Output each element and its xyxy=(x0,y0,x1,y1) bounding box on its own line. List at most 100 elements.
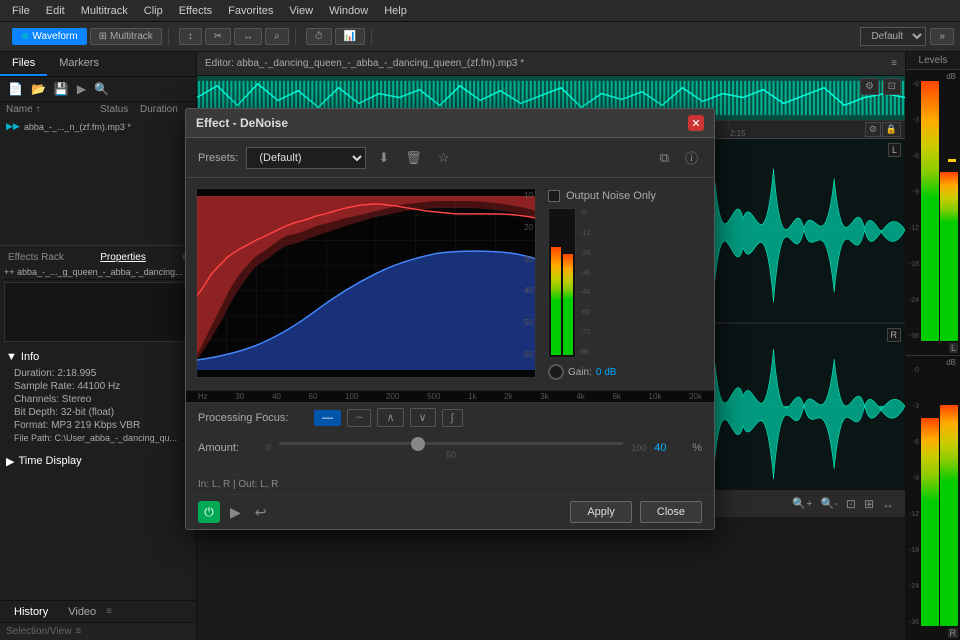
fit-view-btn[interactable]: ⊡ xyxy=(843,495,859,513)
zoom-selection-btn[interactable]: ⊞ xyxy=(861,495,877,513)
amount-slider[interactable] xyxy=(279,442,623,445)
file-item[interactable]: ▶▶ abba_-_..._n_(zf.fm).mp3 * xyxy=(0,118,196,135)
output-noise-checkbox[interactable] xyxy=(548,190,560,202)
video-tab[interactable]: Video xyxy=(58,604,106,620)
duration-column-header: Duration xyxy=(140,104,190,115)
preset-favorite-btn[interactable]: ☆ xyxy=(434,148,454,168)
meter-bar-r-top xyxy=(940,172,958,341)
menu-view[interactable]: View xyxy=(281,3,321,19)
file-name: abba_-_..._n_(zf.fm).mp3 * xyxy=(24,122,131,132)
properties-label[interactable]: Properties xyxy=(100,252,146,263)
proc-focus-smooth[interactable]: ∫ xyxy=(442,409,463,427)
proc-focus-down[interactable]: ∨ xyxy=(410,408,436,427)
autoplay-btn[interactable]: ▶ xyxy=(75,80,88,98)
menu-edit[interactable]: Edit xyxy=(38,3,73,19)
open-file-btn[interactable]: 📂 xyxy=(29,80,48,98)
dialog-loop-btn[interactable]: ↩ xyxy=(251,502,271,523)
amount-slider-container: 50 xyxy=(279,436,623,460)
menu-window[interactable]: Window xyxy=(321,3,376,19)
status-column-header: Status xyxy=(100,104,140,115)
gain-label: Gain: xyxy=(568,367,592,378)
expand-btn[interactable]: » xyxy=(930,28,954,45)
time-tool-btn[interactable]: ⏱ xyxy=(306,28,332,45)
zoom-out-btn[interactable]: 🔍- xyxy=(818,495,841,512)
meter-bars-bottom xyxy=(921,367,958,627)
ruler-lock-btn[interactable]: 🔒 xyxy=(882,122,901,137)
spectrum-btn[interactable]: 📊 xyxy=(335,28,365,45)
proc-focus-gentle[interactable]: ~ xyxy=(347,409,371,427)
dialog-power-btn[interactable]: ⏻ xyxy=(198,501,220,523)
full-view-btn[interactable]: ↔ xyxy=(879,495,897,513)
selection-view-menu[interactable]: ≡ xyxy=(75,626,81,637)
panel-tabs: Files Markers xyxy=(0,52,196,77)
preset-save-btn[interactable]: ⬇ xyxy=(374,148,393,168)
preset-delete-btn[interactable]: 🗑 xyxy=(401,148,426,168)
gain-value: 0 dB xyxy=(596,367,617,378)
workspace-dropdown[interactable]: Default xyxy=(860,27,926,46)
menu-clip[interactable]: Clip xyxy=(136,3,171,19)
proc-focus-up[interactable]: ∧ xyxy=(377,408,403,427)
editor-menu-icon[interactable]: ≡ xyxy=(891,58,897,69)
menu-effects[interactable]: Effects xyxy=(171,3,220,19)
vu-meter-container: -0-12-24-36-48-60-72dB xyxy=(548,208,704,358)
apply-btn[interactable]: Apply xyxy=(570,501,632,523)
l-channel-badge: L xyxy=(888,143,901,157)
ruler-settings-btn[interactable]: ⚙ xyxy=(865,122,881,137)
video-menu-icon[interactable]: ≡ xyxy=(106,606,112,617)
overview-settings-btn[interactable]: ⚙ xyxy=(860,78,879,95)
dialog-right-controls: Output Noise Only -0-12-24-36-48-60-72dB… xyxy=(548,188,704,380)
file-list: ▶▶ abba_-_..._n_(zf.fm).mp3 * xyxy=(0,118,196,245)
inout-label: In: L, R | Out: L, R xyxy=(198,479,278,490)
history-tab[interactable]: History xyxy=(4,604,58,620)
search-btn[interactable]: 🔍 xyxy=(92,80,111,98)
sample-rate-info: Sample Rate: 44100 Hz xyxy=(6,380,190,393)
overview-zoom-btn[interactable]: ⊡ xyxy=(883,78,901,95)
preset-info-btn[interactable]: ⓘ xyxy=(681,146,702,169)
proc-focus-flat[interactable]: — xyxy=(314,410,341,426)
l-badge: L xyxy=(949,343,958,353)
info-header[interactable]: ▼ Info xyxy=(6,349,190,367)
time-display-chevron: ▶ xyxy=(6,455,14,468)
zoom-tool-btn[interactable]: ⌕ xyxy=(265,28,289,45)
track-name: ++ abba_-_..._g_queen_-_abba_-_dancing..… xyxy=(4,265,192,280)
move-tool-btn[interactable]: ↔ xyxy=(234,28,262,45)
bit-depth-info: Bit Depth: 32-bit (float) xyxy=(6,406,190,419)
zoom-controls: 🔍+ 🔍- ⊡ ⊞ ↔ xyxy=(789,495,897,513)
close-dialog-btn[interactable]: Close xyxy=(640,501,702,523)
gain-knob[interactable] xyxy=(548,364,564,380)
menu-multitrack[interactable]: Multitrack xyxy=(73,3,136,19)
files-tab[interactable]: Files xyxy=(0,52,47,76)
r-channel-badge: R xyxy=(887,328,902,342)
info-section: ▼ Info Duration: 2:18.995 Sample Rate: 4… xyxy=(0,345,196,448)
razor-tool-btn[interactable]: ✂ xyxy=(205,28,231,45)
preset-options-btn[interactable]: ⧉ xyxy=(656,148,673,168)
effects-rack-header: Effects Rack Properties ≡ xyxy=(4,250,192,265)
dialog-play-btn[interactable]: ▶ xyxy=(226,502,245,523)
level-meter-top: dB -0-3-6-9-12-18-24-36 L xyxy=(906,70,960,356)
menu-help[interactable]: Help xyxy=(376,3,415,19)
markers-tab[interactable]: Markers xyxy=(47,52,111,76)
effects-rack-label: Effects Rack xyxy=(8,252,64,263)
vu-meter xyxy=(548,208,576,358)
time-display-section: ▶ Time Display xyxy=(0,448,196,474)
multitrack-tab-btn[interactable]: ⊞ Multitrack xyxy=(90,28,162,45)
select-tool-btn[interactable]: ↕ xyxy=(179,28,202,45)
dialog-action-buttons: Apply Close xyxy=(570,501,702,523)
info-title: Info xyxy=(21,351,39,363)
save-file-btn[interactable]: 💾 xyxy=(52,80,71,98)
levels-header: Levels xyxy=(906,52,960,70)
zoom-in-btn[interactable]: 🔍+ xyxy=(789,495,815,512)
output-noise-label: Output Noise Only xyxy=(566,190,656,202)
time-display-header[interactable]: ▶ Time Display xyxy=(6,453,190,470)
dialog-close-btn[interactable]: ✕ xyxy=(688,115,704,131)
level-meter-bottom: dB -0-3-6-9-12-18-24-36 R xyxy=(906,356,960,640)
menu-favorites[interactable]: Favorites xyxy=(220,3,281,19)
menu-file[interactable]: File xyxy=(4,3,38,19)
lr-badge-bottom: R xyxy=(908,628,958,638)
dialog-titlebar: Effect - DeNoise ✕ xyxy=(186,109,714,138)
waveform-tab-btn[interactable]: ≋ Waveform xyxy=(12,28,87,45)
dialog-title: Effect - DeNoise xyxy=(196,116,288,130)
presets-dropdown[interactable]: (Default) xyxy=(246,147,366,169)
toolbar: ≋ Waveform ⊞ Multitrack ↕ ✂ ↔ ⌕ ⏱ 📊 Defa… xyxy=(0,22,960,52)
new-file-btn[interactable]: 📄 xyxy=(6,80,25,98)
